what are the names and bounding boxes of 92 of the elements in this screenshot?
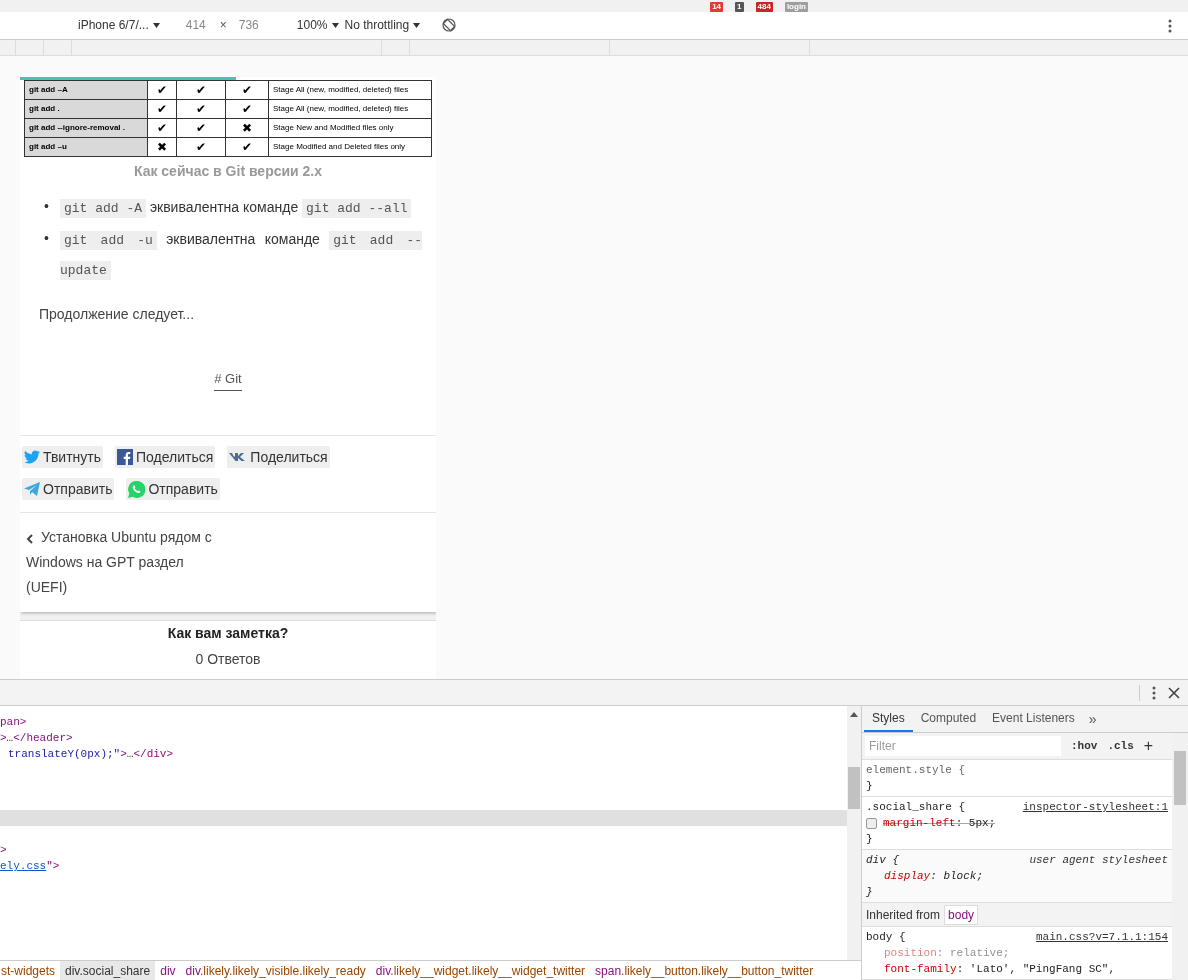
css-declaration[interactable]: margin-left: 5px; bbox=[883, 815, 996, 831]
css-selector: .social_share { bbox=[866, 800, 966, 815]
zoom-dropdown[interactable]: 100% bbox=[296, 16, 339, 35]
width-field[interactable]: 414 bbox=[185, 16, 206, 35]
more-options-icon[interactable] bbox=[1168, 18, 1172, 33]
scroll-up-arrow-icon[interactable] bbox=[850, 712, 858, 717]
filter-field[interactable]: Filter bbox=[865, 736, 1061, 756]
extension-badge[interactable]: 484 bbox=[755, 1, 773, 12]
table-cell: ✖ bbox=[147, 137, 177, 157]
breadcrumb[interactable]: div.social_share bbox=[60, 960, 156, 980]
table-cell: Stage All (new, modified, deleted) files bbox=[268, 99, 432, 119]
bullet: • bbox=[44, 196, 50, 216]
table-cell: ✔ bbox=[176, 80, 226, 100]
throttling-dropdown[interactable]: No throttling bbox=[344, 16, 421, 35]
height-field[interactable]: 736 bbox=[238, 16, 259, 35]
extension-badge[interactable]: 1 bbox=[735, 1, 744, 12]
table-cell: ✔ bbox=[225, 137, 269, 157]
table-cell: ✔ bbox=[225, 99, 269, 119]
closing-brace: } bbox=[866, 885, 874, 900]
source-link[interactable]: main.css?v=7.1.1:154 bbox=[1035, 929, 1168, 945]
html-code-line[interactable]: > bbox=[0, 842, 7, 858]
share-button[interactable]: Отправить bbox=[126, 478, 220, 501]
table-cell: ✔ bbox=[176, 118, 226, 138]
table-cell: Stage New and Modified files only bbox=[268, 118, 432, 138]
panel-tab[interactable]: Computed bbox=[912, 705, 985, 732]
bullet: • bbox=[44, 228, 50, 248]
answer-count: 0 Ответов bbox=[195, 650, 261, 670]
paper-plane-icon bbox=[24, 482, 40, 497]
table-cell: ✔ bbox=[147, 118, 177, 138]
share-button[interactable]: Поделиться bbox=[115, 446, 216, 469]
table-cell: ✔ bbox=[147, 99, 177, 119]
scrollbar[interactable] bbox=[847, 706, 861, 960]
breadcrumb[interactable]: div.likely.likely_visible.likely_ready bbox=[180, 960, 371, 980]
caret-icon bbox=[152, 22, 160, 28]
html-code-line[interactable]: pan> bbox=[0, 714, 27, 730]
rotate-icon[interactable] bbox=[442, 18, 457, 33]
html-code-line[interactable]: >…</header> bbox=[0, 730, 73, 746]
feedback-title: Как вам заметка? bbox=[167, 624, 289, 644]
panel-tab[interactable]: Event Listeners bbox=[984, 705, 1083, 732]
extension-badge[interactable]: 14 bbox=[710, 1, 724, 12]
table-cell: git add –A bbox=[24, 80, 148, 100]
table-cell: ✖ bbox=[225, 118, 269, 138]
previous-post-link[interactable]: Установка Ubuntu рядом с Windows на GPT раздел (UEFI) bbox=[26, 525, 221, 601]
scrollbar-thumb[interactable] bbox=[848, 767, 860, 809]
image-caption: Как сейчас в Git версии 2.x bbox=[132, 161, 324, 181]
table-cell: ✔ bbox=[225, 80, 269, 100]
caret-icon bbox=[413, 22, 421, 28]
table-cell: ✔ bbox=[147, 80, 177, 100]
more-tabs-button[interactable]: » bbox=[1082, 705, 1103, 732]
section-heading: Inherited from bbox=[866, 906, 941, 924]
chevron-left-icon bbox=[26, 533, 33, 544]
element-link[interactable]: body bbox=[944, 904, 979, 925]
html-code-line[interactable]: translateY(0px);">…</div> bbox=[0, 746, 174, 762]
source-label: user agent stylesheet bbox=[1029, 853, 1168, 868]
css-declaration[interactable]: font-family: 'Lato', "PingFang SC", bbox=[884, 961, 1116, 977]
list-item-text: git add -A эквивалентна команде git add --all bbox=[60, 191, 422, 224]
share-button[interactable]: Твитнуть bbox=[22, 446, 104, 469]
letter-f-icon bbox=[117, 449, 134, 466]
table-cell: ✔ bbox=[176, 99, 226, 119]
table-cell: ✔ bbox=[176, 137, 226, 157]
times-sign: × bbox=[219, 17, 227, 35]
closing-brace: } bbox=[866, 832, 874, 847]
class-toggle[interactable]: .cls bbox=[1107, 737, 1134, 755]
table-cell: Stage All (new, modified, deleted) files bbox=[268, 80, 432, 100]
close-icon[interactable] bbox=[1168, 686, 1180, 699]
closing-brace: } bbox=[866, 779, 874, 794]
device-dropdown[interactable]: iPhone 6/7/... bbox=[78, 16, 160, 35]
breadcrumb[interactable]: div bbox=[155, 960, 181, 980]
list-item-text: git add -u эквивалентна команде git add --update bbox=[60, 229, 422, 282]
breadcrumb[interactable]: div.likely__widget.likely__widget_twitter bbox=[370, 960, 591, 980]
new-rule-button[interactable]: + bbox=[1143, 738, 1154, 754]
share-button[interactable]: Поделиться bbox=[227, 446, 330, 469]
hover-state-toggle[interactable]: :hov bbox=[1071, 737, 1098, 755]
scrollbar[interactable] bbox=[1172, 733, 1188, 980]
css-selector: body { bbox=[866, 930, 906, 945]
html-code-line[interactable]: ely.css"> bbox=[0, 858, 60, 874]
tag-link[interactable]: # Git bbox=[214, 368, 242, 392]
css-declaration[interactable]: display: block; bbox=[884, 868, 984, 884]
table-cell: Stage Modified and Deleted files only bbox=[268, 137, 432, 157]
bird-icon bbox=[24, 450, 40, 465]
breadcrumb[interactable]: span.likely__button.likely__button_twitter bbox=[590, 960, 819, 980]
breadcrumb[interactable]: st-widgets bbox=[0, 960, 61, 980]
phone-bubble-icon bbox=[128, 480, 146, 498]
source-link[interactable]: inspector-stylesheet:1 bbox=[1022, 799, 1168, 815]
css-selector: div { bbox=[866, 853, 899, 868]
css-selector: element.style { bbox=[866, 763, 966, 778]
more-options-icon[interactable] bbox=[1152, 685, 1156, 700]
paragraph: Продолжение следует... bbox=[38, 304, 196, 324]
caret-icon bbox=[331, 22, 339, 28]
share-button[interactable]: Отправить bbox=[22, 478, 115, 501]
checkbox[interactable] bbox=[866, 817, 877, 829]
scrollbar-thumb[interactable] bbox=[1174, 751, 1186, 805]
